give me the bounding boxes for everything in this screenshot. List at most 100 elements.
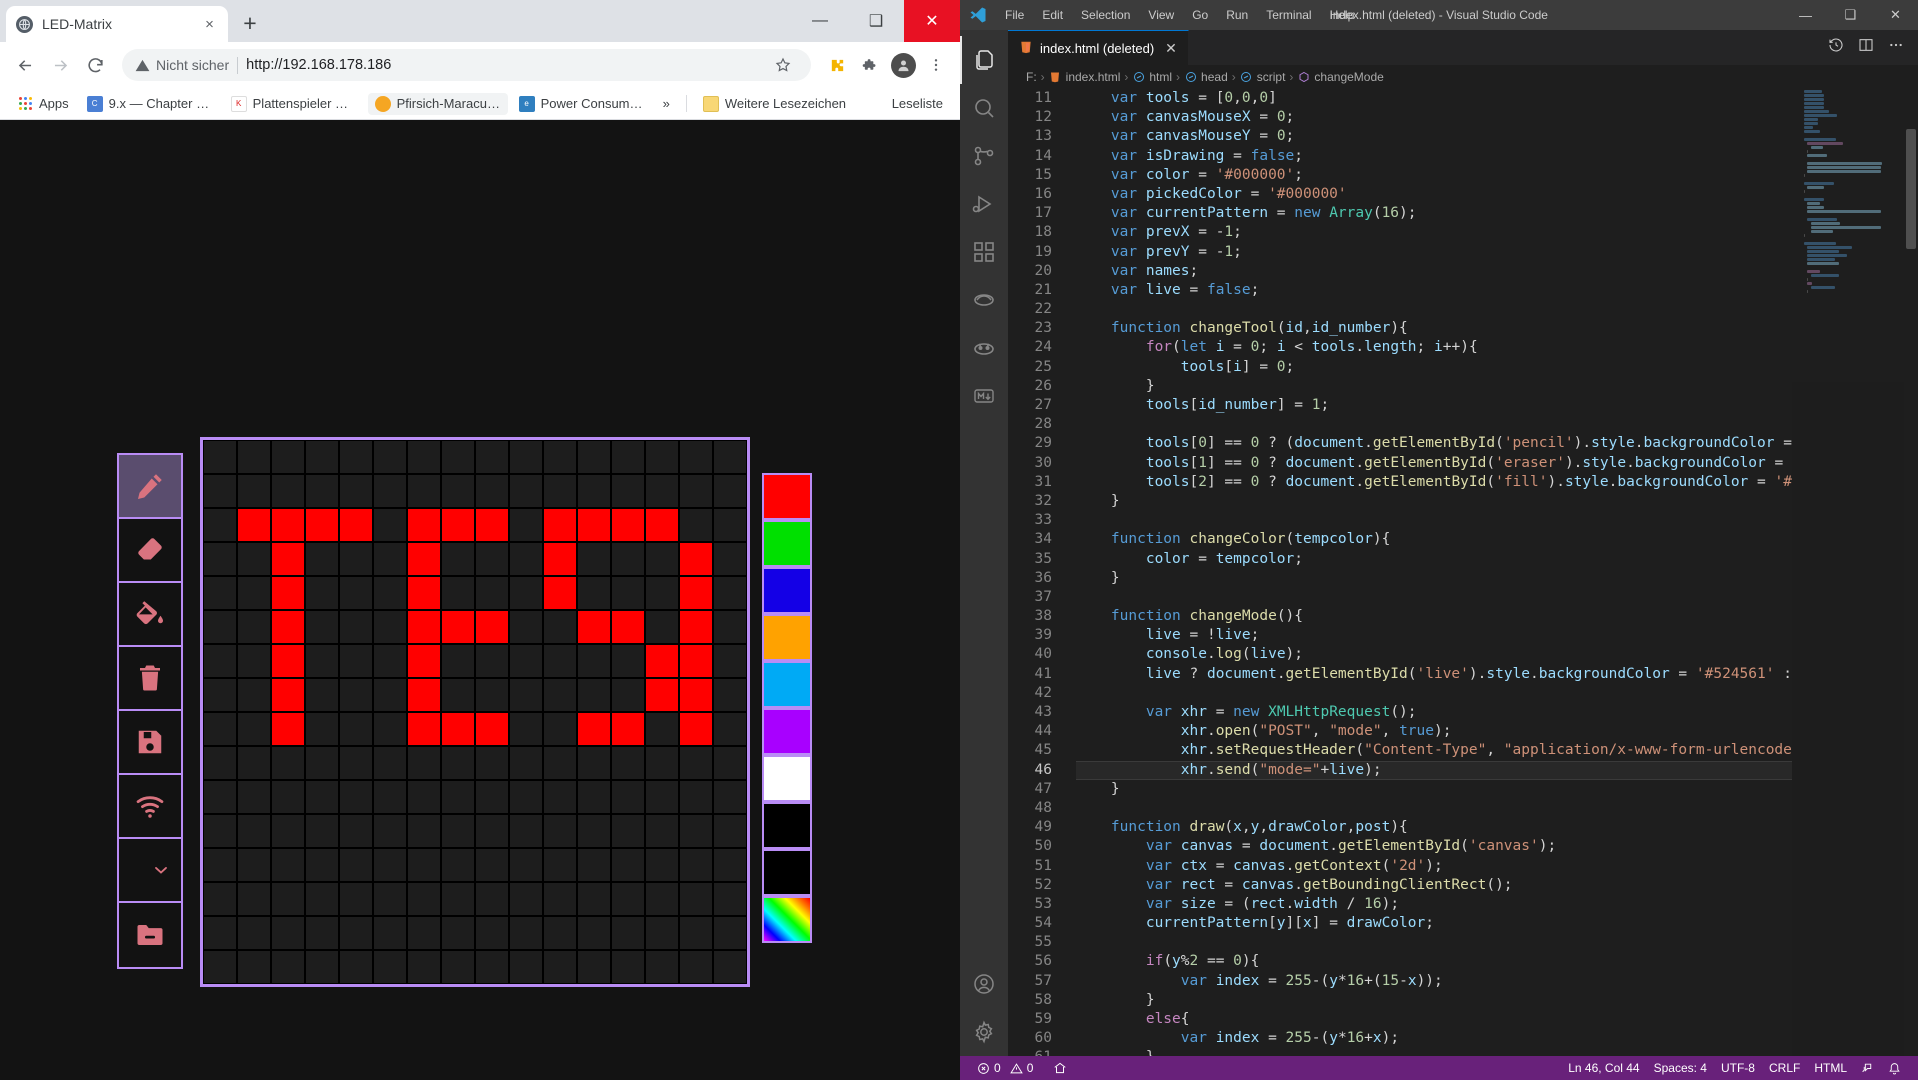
led-pixel[interactable] [679, 474, 713, 508]
code-line[interactable]: if(y%2 == 0){ [1076, 952, 1792, 971]
led-pixel[interactable] [679, 440, 713, 474]
led-pixel[interactable] [543, 950, 577, 984]
breadcrumb-item-head[interactable]: head [1184, 70, 1228, 84]
led-pixel[interactable] [339, 610, 373, 644]
led-pixel[interactable] [611, 576, 645, 610]
led-pixel[interactable] [679, 644, 713, 678]
led-pixel[interactable] [509, 780, 543, 814]
led-pixel[interactable] [441, 950, 475, 984]
led-pixel[interactable] [305, 814, 339, 848]
code-line[interactable] [1076, 588, 1792, 607]
code-line[interactable]: xhr.open("POST", "mode", true); [1076, 722, 1792, 741]
led-pixel[interactable] [203, 508, 237, 542]
back-button[interactable] [9, 49, 41, 81]
led-pixel[interactable] [611, 678, 645, 712]
led-pixel[interactable] [577, 576, 611, 610]
code-line[interactable] [1076, 415, 1792, 434]
breadcrumb-item-html[interactable]: html [1132, 70, 1172, 84]
led-pixel[interactable] [713, 644, 747, 678]
led-pixel[interactable] [679, 508, 713, 542]
led-pixel[interactable] [543, 814, 577, 848]
code-line[interactable]: var tools = [0,0,0] [1076, 89, 1792, 108]
led-pixel[interactable] [339, 474, 373, 508]
bookmark-item[interactable]: e Power Consumptio... [512, 93, 652, 115]
code-line[interactable]: var pickedColor = '#000000' [1076, 185, 1792, 204]
led-pixel[interactable] [645, 814, 679, 848]
led-pixel[interactable] [305, 712, 339, 746]
led-pixel[interactable] [203, 882, 237, 916]
address-bar[interactable]: Nicht sicher http://192.168.178.186 [122, 49, 811, 81]
menu-item-selection[interactable]: Selection [1072, 0, 1139, 30]
color-swatch-green[interactable] [762, 520, 812, 567]
eol[interactable]: CRLF [1762, 1056, 1807, 1080]
led-pixel[interactable] [305, 644, 339, 678]
code-line[interactable]: var rect = canvas.getBoundingClientRect(… [1076, 876, 1792, 895]
color-swatch-white[interactable] [762, 755, 812, 802]
led-pixel[interactable] [713, 916, 747, 950]
code-content[interactable]: var tools = [0,0,0] var canvasMouseX = 0… [1074, 89, 1792, 1056]
led-pixel[interactable] [441, 848, 475, 882]
led-pixel[interactable] [203, 440, 237, 474]
led-pixel[interactable] [713, 814, 747, 848]
led-pixel[interactable] [509, 508, 543, 542]
code-line[interactable]: var prevY = -1; [1076, 243, 1792, 262]
led-pixel[interactable] [543, 576, 577, 610]
led-pixel[interactable] [373, 508, 407, 542]
led-pixel[interactable] [577, 780, 611, 814]
breadcrumb-item-indexhtml[interactable]: index.html [1049, 70, 1121, 84]
led-pixel[interactable] [645, 746, 679, 780]
led-pixel[interactable] [305, 746, 339, 780]
led-pixel[interactable] [543, 508, 577, 542]
led-pixel[interactable] [407, 950, 441, 984]
led-pixel[interactable] [441, 916, 475, 950]
led-pixel[interactable] [645, 644, 679, 678]
menu-item-run[interactable]: Run [1217, 0, 1257, 30]
led-pixel[interactable] [373, 916, 407, 950]
led-pixel[interactable] [679, 746, 713, 780]
led-pixel[interactable] [509, 610, 543, 644]
tool-button-delete-pattern[interactable] [119, 903, 181, 967]
code-line[interactable]: var color = '#000000'; [1076, 166, 1792, 185]
avatar[interactable] [888, 50, 918, 80]
led-pixel[interactable] [679, 576, 713, 610]
code-line[interactable]: xhr.send("mode="+live); [1076, 761, 1792, 780]
led-pixel[interactable] [237, 712, 271, 746]
led-pixel[interactable] [611, 780, 645, 814]
led-pixel[interactable] [305, 950, 339, 984]
led-pixel[interactable] [645, 882, 679, 916]
forward-button[interactable] [44, 49, 76, 81]
led-pixel[interactable] [407, 644, 441, 678]
led-pixel[interactable] [203, 746, 237, 780]
code-line[interactable]: } [1076, 377, 1792, 396]
led-pixel[interactable] [373, 746, 407, 780]
led-pixel[interactable] [271, 746, 305, 780]
led-pixel[interactable] [373, 780, 407, 814]
code-line[interactable]: console.log(live); [1076, 645, 1792, 664]
led-pixel[interactable] [577, 746, 611, 780]
led-pixel[interactable] [475, 848, 509, 882]
led-pixel[interactable] [543, 542, 577, 576]
led-pixel[interactable] [577, 712, 611, 746]
led-pixel[interactable] [203, 576, 237, 610]
arduino-icon[interactable] [960, 324, 1008, 372]
led-pixel[interactable] [305, 508, 339, 542]
led-pixel[interactable] [475, 780, 509, 814]
browser-menu-button[interactable] [921, 50, 951, 80]
code-line[interactable]: var currentPattern = new Array(16); [1076, 204, 1792, 223]
breadcrumb[interactable]: F:›index.html›html›head›script›changeMod… [1008, 65, 1918, 89]
code-line[interactable]: function changeTool(id,id_number){ [1076, 319, 1792, 338]
led-pixel[interactable] [373, 610, 407, 644]
led-pixel[interactable] [373, 950, 407, 984]
led-pixel[interactable] [577, 508, 611, 542]
led-pixel[interactable] [611, 712, 645, 746]
led-pixel[interactable] [645, 610, 679, 644]
led-pixel[interactable] [407, 610, 441, 644]
platformio-icon[interactable] [960, 276, 1008, 324]
led-pixel[interactable] [577, 950, 611, 984]
led-pixel[interactable] [645, 474, 679, 508]
code-line[interactable]: function draw(x,y,drawColor,post){ [1076, 818, 1792, 837]
led-pixel[interactable] [713, 576, 747, 610]
color-swatch-orange[interactable] [762, 614, 812, 661]
led-pixel[interactable] [373, 542, 407, 576]
led-pixel[interactable] [237, 780, 271, 814]
